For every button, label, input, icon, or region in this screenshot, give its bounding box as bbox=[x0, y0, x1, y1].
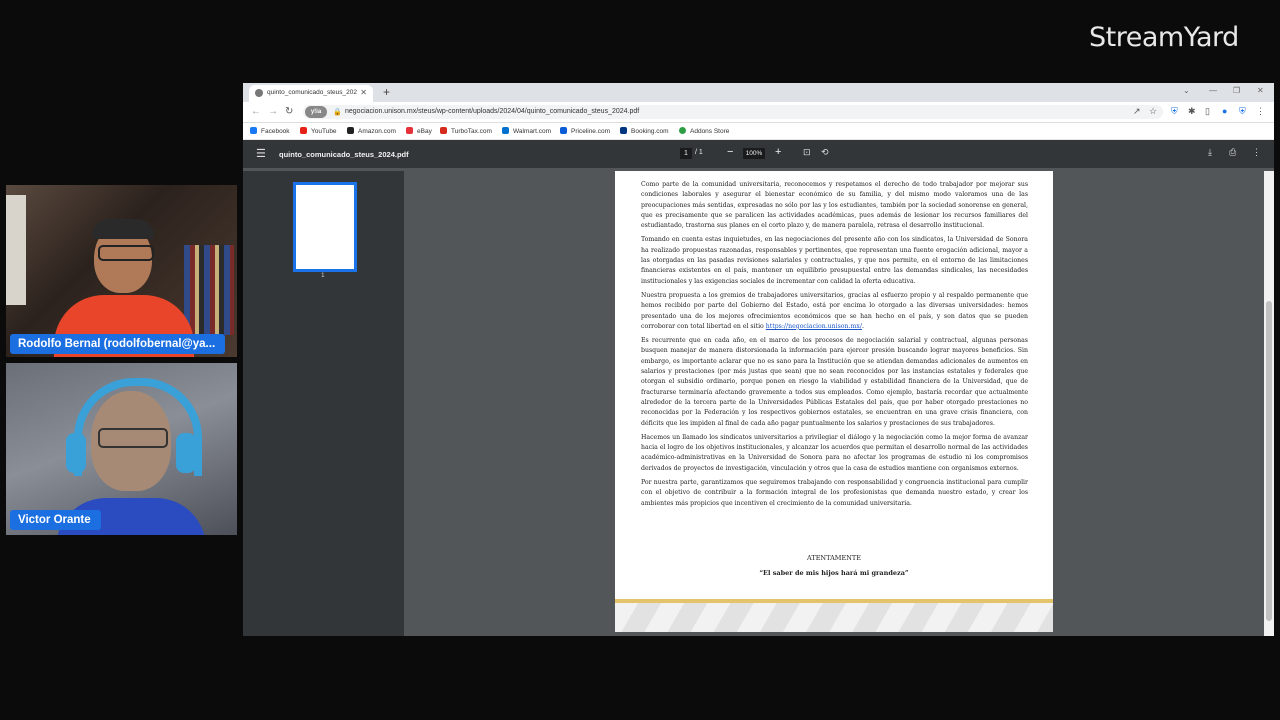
motto-text: “El saber de mis hijos hará mi grandeza” bbox=[759, 569, 909, 577]
address-bar[interactable]: y!ia 🔒 negociacion.unison.mx/steus/wp-co… bbox=[303, 105, 1163, 119]
pdf-page: Como parte de la comunidad universitaria… bbox=[615, 171, 1053, 632]
tab-pdf[interactable]: quinto_comunicado_steus_2024... ✕ bbox=[249, 85, 373, 102]
bookmarks-bar: Facebook YouTube Amazon.com eBay TurboTa… bbox=[243, 123, 1274, 140]
zoom-in-button[interactable]: + bbox=[775, 146, 781, 158]
thumbnail-sidebar: 1 bbox=[243, 171, 404, 636]
paragraph: Como parte de la comunidad universitaria… bbox=[641, 181, 1028, 230]
bookmark-priceline[interactable]: Priceline.com bbox=[560, 127, 610, 135]
footer-pattern bbox=[615, 603, 1053, 632]
bookmark-star-icon[interactable]: ☆ bbox=[1149, 106, 1157, 117]
unison-link[interactable]: https://negociacion.unison.mx/ bbox=[766, 323, 862, 330]
share-icon[interactable]: ↗ bbox=[1133, 106, 1141, 117]
paragraph: Tomando en cuenta estas inquietudes, en … bbox=[641, 236, 1028, 285]
pdf-toolbar: ☰ quinto_comunicado_steus_2024.pdf 1 / 1… bbox=[243, 140, 1274, 168]
print-icon[interactable]: ⎙ bbox=[1229, 147, 1236, 158]
pdf-filename: quinto_comunicado_steus_2024.pdf bbox=[279, 150, 409, 159]
hamburger-menu-icon[interactable]: ☰ bbox=[256, 147, 266, 160]
page-total: / 1 bbox=[695, 149, 703, 156]
bookmark-facebook[interactable]: Facebook bbox=[250, 127, 290, 135]
profile-icon[interactable]: ● bbox=[1222, 106, 1227, 116]
forward-arrow-icon[interactable]: → bbox=[268, 106, 278, 117]
closing-text: ATENTAMENTE bbox=[807, 554, 861, 562]
minimize-button[interactable]: — bbox=[1209, 86, 1217, 95]
back-arrow-icon[interactable]: ← bbox=[251, 106, 261, 117]
bookmark-addons-store[interactable]: Addons Store bbox=[679, 127, 729, 135]
new-tab-button[interactable]: + bbox=[383, 85, 390, 99]
extension-icon[interactable]: ✱ bbox=[1188, 106, 1196, 117]
bookmark-walmart[interactable]: Walmart.com bbox=[502, 127, 551, 135]
streamyard-logo: StreamYard bbox=[1089, 22, 1239, 53]
tab-strip: quinto_comunicado_steus_2024... ✕ + ⌄ — … bbox=[243, 83, 1274, 102]
paragraph: Nuestra propuesta a los gremios de traba… bbox=[641, 291, 1028, 330]
page-thumbnail[interactable] bbox=[293, 182, 357, 272]
globe-icon bbox=[255, 89, 263, 97]
shield-icon[interactable]: ⛨ bbox=[1239, 106, 1246, 117]
browser-toolbar: ← → ↻ y!ia 🔒 negociacion.unison.mx/steus… bbox=[243, 102, 1274, 123]
paragraph: Hacemos un llamado los sindicatos univer… bbox=[641, 433, 1028, 472]
close-window-button[interactable]: ✕ bbox=[1257, 86, 1264, 95]
thumbnail-page-number: 1 bbox=[321, 272, 325, 279]
tab-title: quinto_comunicado_steus_2024... bbox=[267, 89, 357, 96]
sidebar-icon[interactable]: ▯ bbox=[1205, 106, 1210, 117]
fit-page-icon[interactable]: ⊡ bbox=[803, 147, 811, 158]
extension-shield-icon[interactable]: ⛨ bbox=[1171, 106, 1178, 117]
reload-icon[interactable]: ↻ bbox=[285, 106, 293, 117]
page-number-input[interactable]: 1 bbox=[680, 148, 692, 159]
paragraph: Es recurrente que en cada año, en el mar… bbox=[641, 337, 1028, 427]
shared-browser-window: quinto_comunicado_steus_2024... ✕ + ⌄ — … bbox=[243, 83, 1274, 636]
scrollbar-thumb[interactable] bbox=[1266, 301, 1272, 621]
bookmark-ebay[interactable]: eBay bbox=[406, 127, 432, 135]
close-icon[interactable]: ✕ bbox=[360, 88, 367, 97]
participant-name-2: Victor Orante bbox=[10, 510, 101, 530]
lock-icon[interactable]: 🔒 bbox=[333, 108, 342, 116]
chevron-down-icon[interactable]: ⌄ bbox=[1183, 86, 1190, 95]
rotate-icon[interactable]: ⟲ bbox=[821, 147, 829, 158]
more-options-icon[interactable]: ⋮ bbox=[1252, 147, 1261, 158]
paragraph: Por nuestra parte, garantizamos que segu… bbox=[641, 479, 1028, 507]
scrollbar[interactable] bbox=[1264, 171, 1274, 636]
bookmark-amazon[interactable]: Amazon.com bbox=[347, 127, 396, 135]
pdf-body-text: Como parte de la comunidad universitaria… bbox=[641, 180, 1028, 513]
bookmark-turbotax[interactable]: TurboTax.com bbox=[440, 127, 492, 135]
maximize-button[interactable]: ❐ bbox=[1233, 86, 1240, 95]
download-icon[interactable]: ⤓ bbox=[1208, 147, 1212, 158]
zoom-level-input[interactable]: 100% bbox=[743, 148, 765, 159]
participant-name-1: Rodolfo Bernal (rodolfobernal@ya... bbox=[10, 334, 226, 354]
profile-chip[interactable]: y!ia bbox=[305, 106, 327, 118]
bookmark-youtube[interactable]: YouTube bbox=[300, 127, 337, 135]
participant-video-1 bbox=[6, 185, 237, 357]
url-text: negociacion.unison.mx/steus/wp-content/u… bbox=[345, 108, 640, 115]
bookmark-booking[interactable]: Booking.com bbox=[620, 127, 669, 135]
background-window bbox=[6, 195, 26, 305]
kebab-menu-icon[interactable]: ⋮ bbox=[1256, 106, 1265, 117]
zoom-out-button[interactable]: − bbox=[727, 146, 733, 158]
